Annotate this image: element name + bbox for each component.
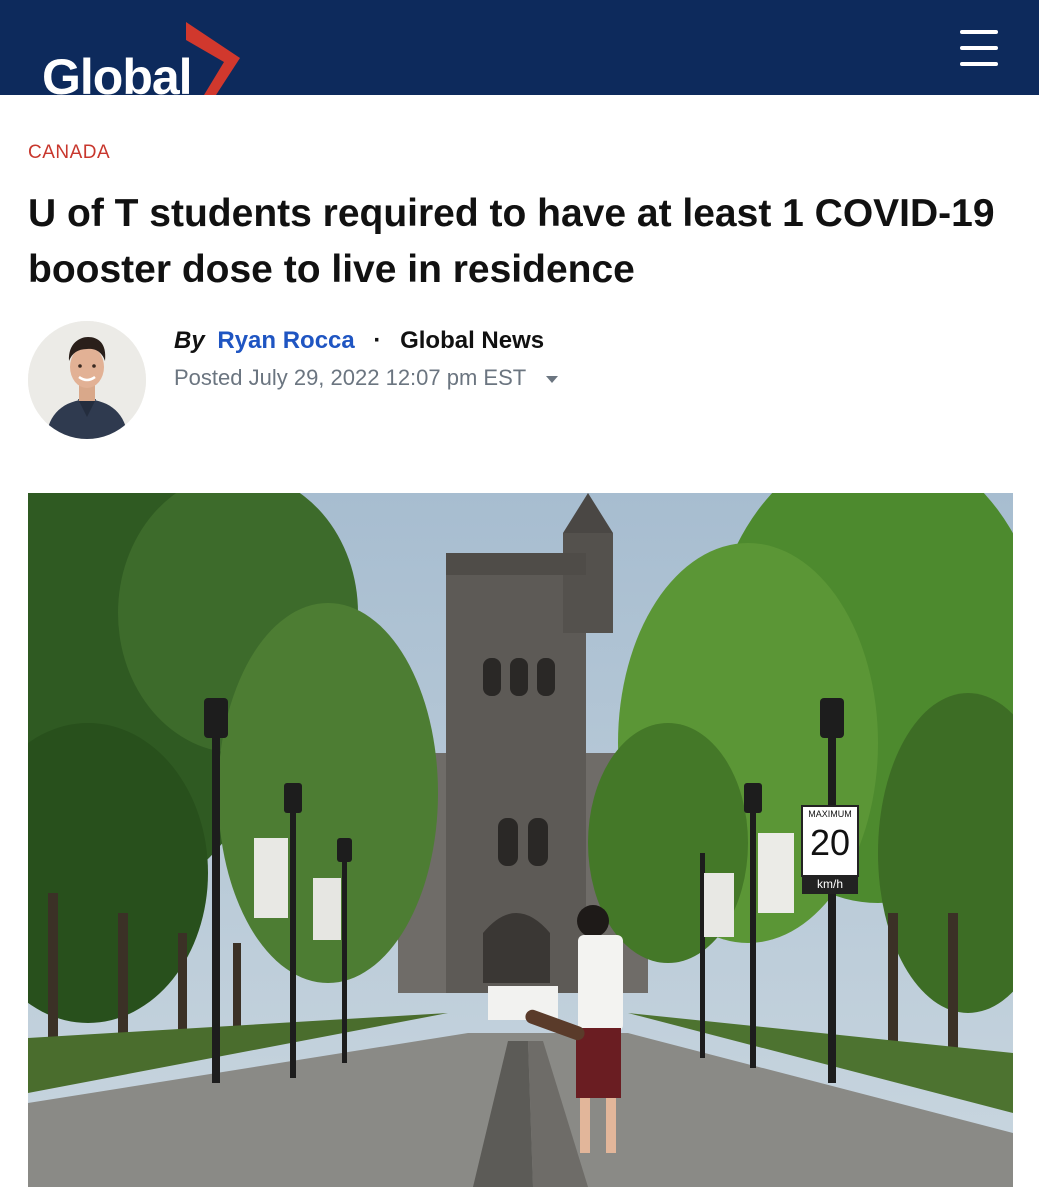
hamburger-menu-icon[interactable] [956, 28, 1002, 68]
article-hero-image: MAXIMUM 20 km/h [28, 493, 1013, 1187]
posted-date-text: Posted July 29, 2022 12:07 pm EST [174, 365, 526, 390]
speed-sign-top-text: MAXIMUM [808, 809, 852, 819]
author-avatar[interactable] [28, 321, 146, 439]
article-category-link[interactable]: CANADA [28, 142, 110, 164]
speed-sign-value-text: 20 [809, 822, 851, 863]
global-logo[interactable]: Global [42, 0, 262, 95]
byline-by-label: By [174, 327, 205, 354]
logo-arrow-icon [186, 22, 240, 95]
posted-date: Posted July 29, 2022 12:07 pm EST [174, 365, 558, 391]
logo-text: Global [42, 49, 193, 95]
author-link[interactable]: Ryan Rocca [217, 327, 354, 354]
chevron-down-icon[interactable] [545, 375, 558, 383]
article-headline: U of T students required to have at leas… [28, 192, 995, 291]
byline: By Ryan Rocca · Global News [174, 327, 544, 355]
site-header: Global [0, 0, 1039, 95]
byline-separator: · [373, 327, 382, 354]
speed-sign-unit-text: km/h [816, 877, 843, 891]
news-outlet: Global News [400, 327, 545, 354]
